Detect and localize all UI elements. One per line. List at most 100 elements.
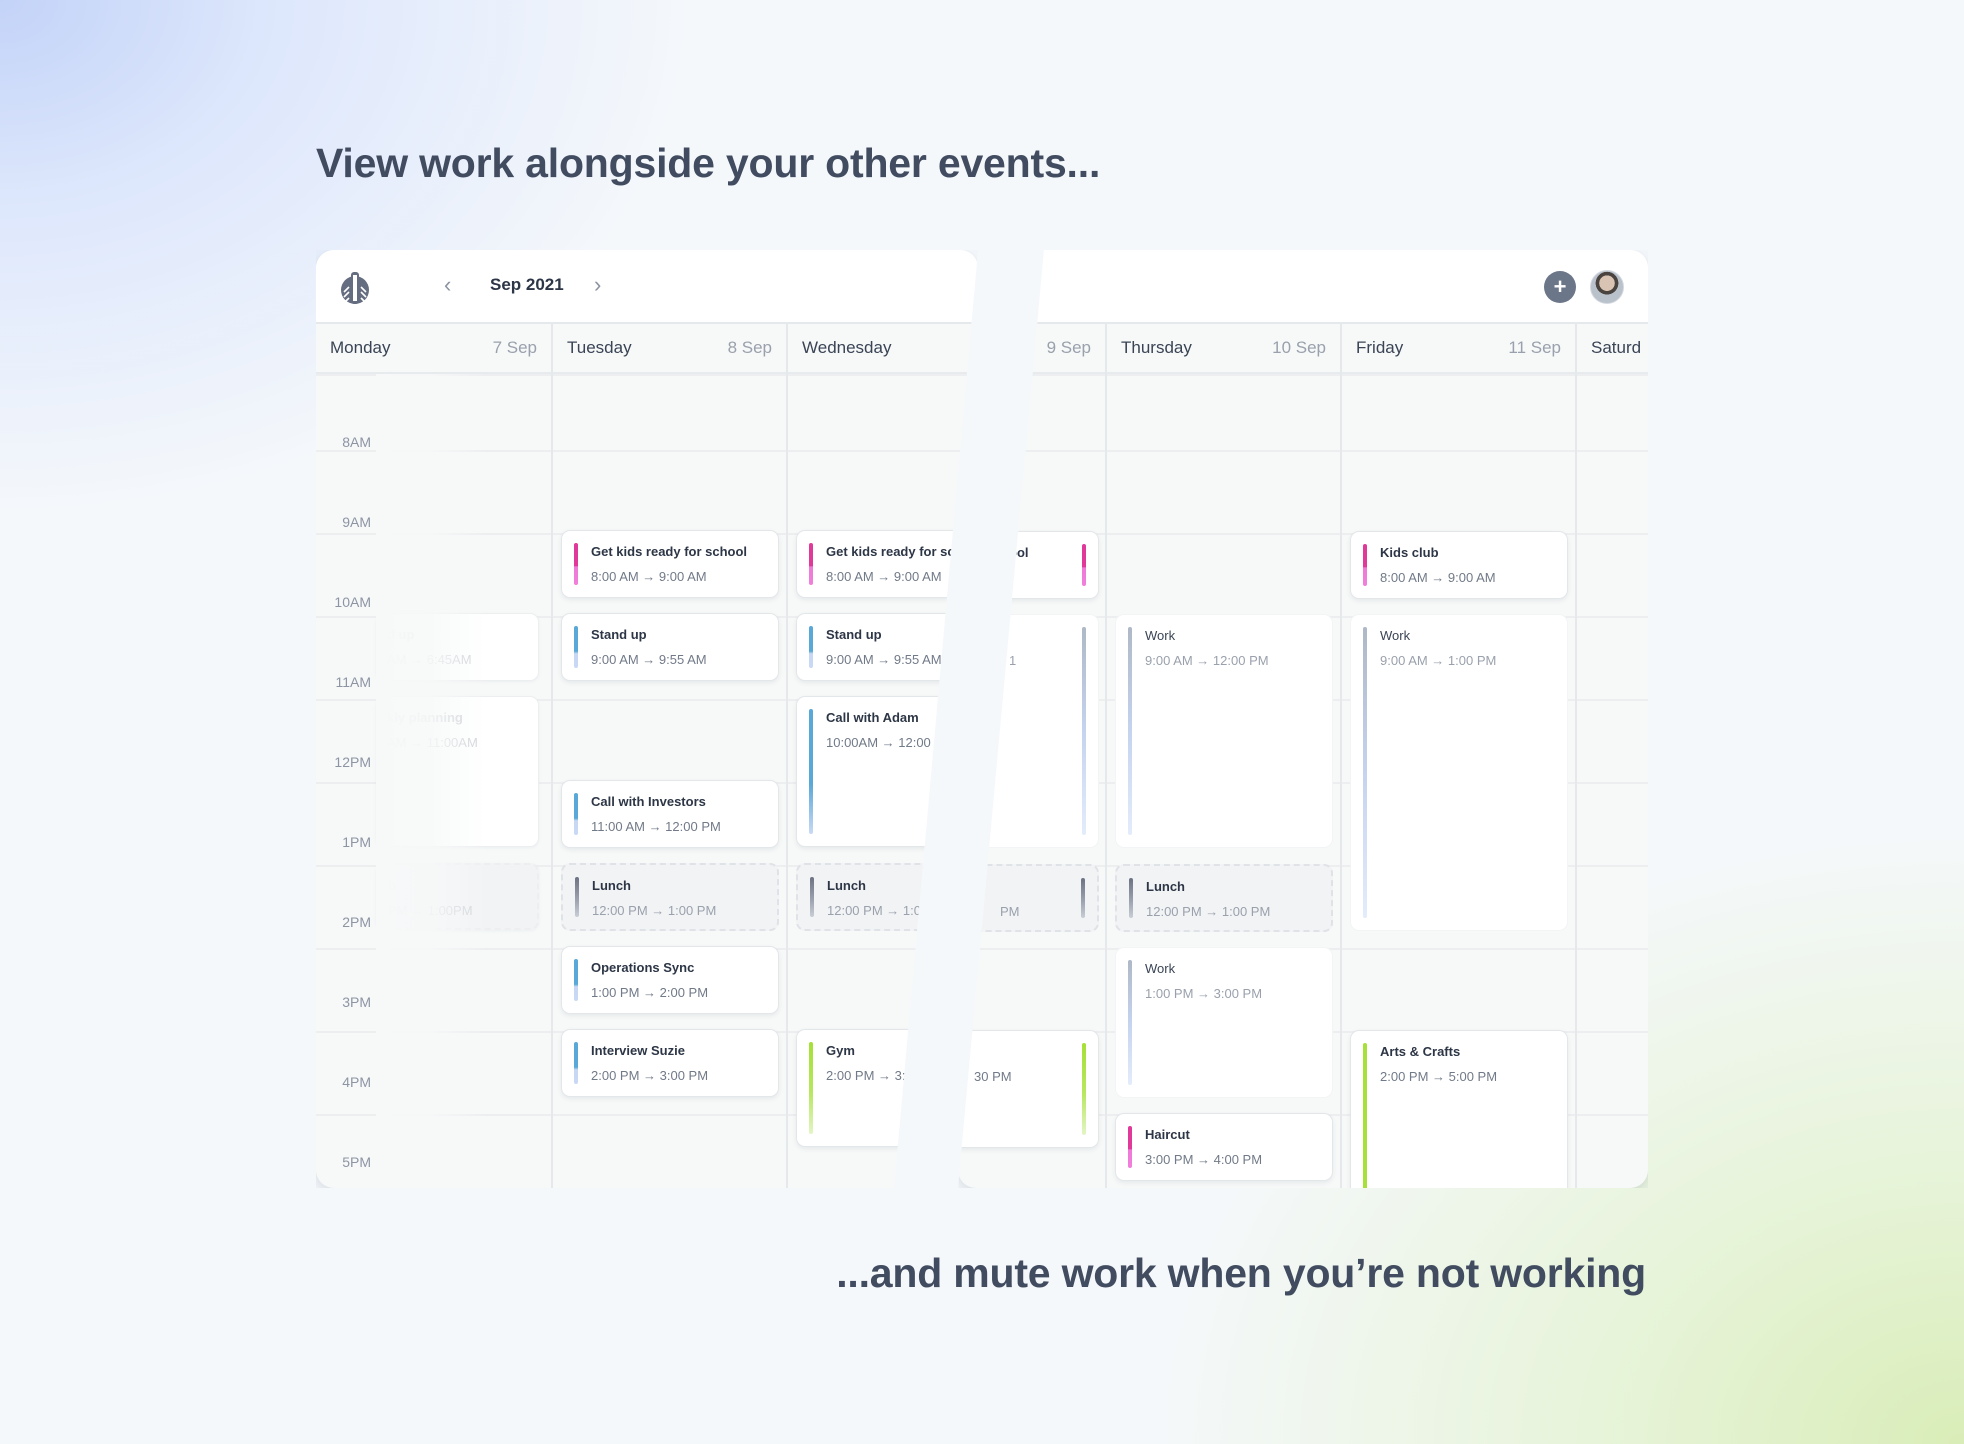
event-card[interactable]: 30 PM (958, 1030, 1099, 1148)
event-title: Kids club (1380, 545, 1439, 560)
event-card-muted[interactable]: h PM → 1:00PM (376, 863, 539, 930)
event-card-muted[interactable]: Lunch 12:00 PM → 1:00 PM (561, 863, 779, 931)
event-time: 11:00 AM → 12:00 PM (591, 819, 721, 834)
calendar-color-bar (1363, 627, 1367, 918)
event-time: 2:00 PM → 3:00 PM (591, 1068, 709, 1083)
event-title: Work (1380, 628, 1411, 643)
next-month-button[interactable]: › (594, 272, 601, 298)
event-title: Get kids ready for school (826, 544, 978, 559)
event-card-work[interactable]: Work 9:00 AM → 12:00 PM (1115, 614, 1333, 848)
calendar-color-bar (574, 1042, 578, 1084)
calendar-toolbar: + (958, 250, 1648, 324)
event-title: Lunch (592, 878, 631, 893)
day-date: 10 Sep (1272, 338, 1326, 357)
event-time: PM (1000, 904, 1020, 919)
day-date: 11 Sep (1508, 338, 1561, 357)
event-title: Arts & Crafts (1380, 1044, 1461, 1059)
day-date: 7 Sep (492, 338, 537, 357)
day-name: Wednesday (802, 338, 892, 357)
calendar-color-bar (1128, 1126, 1132, 1168)
event-card[interactable]: ool (958, 531, 1099, 599)
time-label: 4PM (342, 1074, 371, 1090)
calendar-color-bar (810, 877, 814, 917)
event-time: 8:00 AM → 9:00 AM (591, 569, 707, 584)
event-title: Get kids ready for school (591, 544, 748, 559)
event-card[interactable]: Stand up 9:00 AM → 9:55 AM (561, 613, 779, 681)
event-card[interactable]: Get kids ready for school 8:00 AM → 9:00… (796, 530, 978, 598)
day-date: 9 Sep (1046, 338, 1091, 357)
time-label: 12PM (334, 754, 371, 770)
event-card[interactable]: Kids club 8:00 AM → 9:00 AM (1350, 531, 1568, 599)
day-column-wednesday-partial: 9 Sep ool 1 PM 30 PM (958, 324, 1107, 1188)
time-label: 10AM (334, 594, 371, 610)
event-title: Lunch (827, 878, 866, 893)
event-time: 8:00 AM → 9:00 AM (826, 569, 942, 584)
event-card[interactable]: Arts & Crafts 2:00 PM → 5:00 PM (1350, 1030, 1568, 1188)
day-name: Tuesday (567, 338, 632, 357)
calendar-color-bar (1082, 627, 1086, 835)
event-card[interactable]: Call with Investors 11:00 AM → 12:00 PM (561, 780, 779, 848)
calendar-color-bar (1129, 878, 1133, 918)
day-name: Thursday (1121, 338, 1192, 357)
calendar-color-bar (1363, 1043, 1367, 1188)
user-avatar[interactable] (1590, 270, 1624, 304)
event-card[interactable]: Call with Adam 10:00AM → 12:00 PM (796, 696, 978, 847)
event-card[interactable]: kly planning AM → 11:00AM (376, 696, 539, 847)
event-card[interactable]: d up AM → 6:45AM (376, 613, 539, 681)
event-title: Gym (826, 1043, 855, 1058)
event-time: 1:00 PM → 3:00 PM (1145, 986, 1263, 1001)
calendar-color-bar (809, 543, 813, 585)
event-time: 1 (1009, 653, 1017, 668)
calendar-color-bar (1081, 878, 1085, 918)
event-card[interactable]: Stand up 9:00 AM → 9:55 AM (796, 613, 978, 681)
event-card[interactable]: Get kids ready for school 8:00 AM → 9:00… (561, 530, 779, 598)
time-label: 5PM (342, 1154, 371, 1170)
calendar-toolbar: ‹ Sep 2021 › (316, 250, 978, 324)
calendar-color-bar (574, 959, 578, 1001)
headline-top: View work alongside your other events... (316, 140, 1101, 186)
event-card-work[interactable]: Work 9:00 AM → 1:00 PM (1350, 614, 1568, 931)
event-title: kly planning (387, 710, 463, 725)
event-title: ool (1009, 545, 1029, 560)
calendar-view-work-visible: ‹ Sep 2021 › Monday 7 Sep d up AM → 6:45… (316, 250, 978, 1188)
app-logo-icon (341, 272, 369, 304)
event-time: PM → 1:00PM (388, 903, 473, 918)
event-time: 3:00 PM → 4:00 PM (1145, 1152, 1263, 1167)
event-time: 10:00AM → 12:00 PM (826, 735, 954, 750)
event-card-muted[interactable]: PM (958, 864, 1099, 932)
event-time: 12:00 PM → 1:00 PM (1146, 904, 1271, 919)
event-card-work[interactable]: Work 1:00 PM → 3:00 PM (1115, 947, 1333, 1098)
calendar-color-bar (809, 1042, 813, 1134)
calendar-color-bar (575, 877, 579, 917)
calendar-color-bar (1082, 544, 1086, 586)
day-column-wednesday: Wednesday Get kids ready for school 8:00… (788, 324, 978, 1188)
event-card[interactable]: Interview Suzie 2:00 PM → 3:00 PM (561, 1029, 779, 1097)
day-name: Monday (330, 338, 391, 357)
event-card[interactable]: Gym 2:00 PM → 3:30 PM (796, 1029, 978, 1147)
event-title: Work (1145, 628, 1176, 643)
event-time: 9:00 AM → 1:00 PM (1380, 653, 1497, 668)
event-title: d up (387, 627, 415, 642)
day-name: Friday (1356, 338, 1404, 357)
event-card[interactable]: Haircut 3:00 PM → 4:00 PM (1115, 1113, 1333, 1181)
event-card-work[interactable]: 1 (958, 614, 1099, 848)
calendar-color-bar (1082, 1043, 1086, 1135)
event-time: 2:00 PM → 5:00 PM (1380, 1069, 1498, 1084)
event-time: AM → 11:00AM (387, 735, 478, 750)
event-card-muted[interactable]: Lunch 12:00 PM → 1:00 PM (1115, 864, 1333, 932)
time-label: 11AM (335, 674, 371, 690)
event-title: h (388, 878, 396, 893)
day-column-tuesday: Tuesday 8 Sep Get kids ready for school … (553, 324, 788, 1188)
event-title: Haircut (1145, 1127, 1190, 1142)
event-card[interactable]: Operations Sync 1:00 PM → 2:00 PM (561, 946, 779, 1014)
event-card-muted[interactable]: Lunch 12:00 PM → 1:00 PM (796, 863, 978, 931)
time-label: 9AM (342, 514, 371, 530)
add-event-button[interactable]: + (1544, 271, 1576, 303)
day-column-saturday-partial: Saturd (1577, 324, 1648, 1188)
previous-month-button[interactable]: ‹ (444, 272, 451, 298)
time-label: 2PM (342, 914, 371, 930)
event-time: AM → 6:45AM (387, 652, 472, 667)
day-date: 8 Sep (727, 338, 772, 357)
time-label: 1PM (342, 834, 371, 850)
calendar-color-bar (574, 793, 578, 835)
